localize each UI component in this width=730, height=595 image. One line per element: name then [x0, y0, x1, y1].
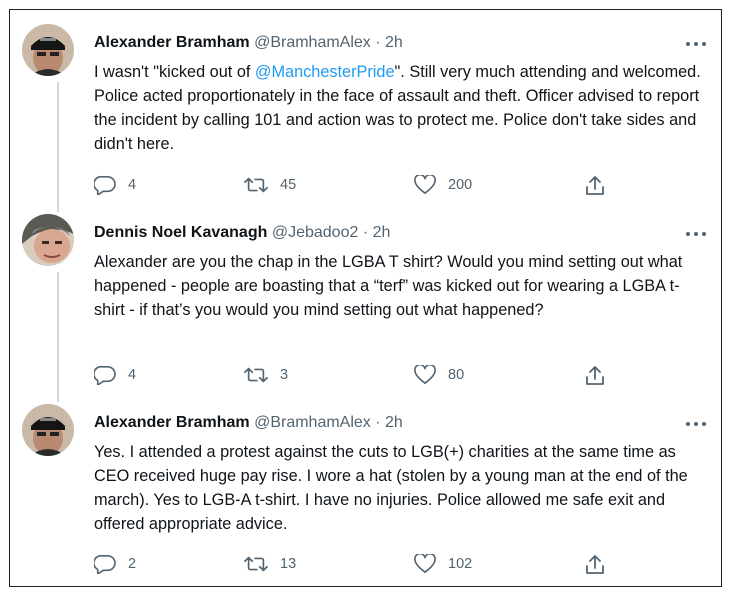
author-name[interactable]: Alexander Bramham	[94, 414, 250, 431]
heart-icon	[414, 554, 436, 574]
avatar[interactable]	[22, 24, 74, 76]
reply-button[interactable]: 4	[94, 175, 136, 195]
retweet-count: 3	[280, 367, 289, 383]
tweet-header: Dennis Noel Kavanagh @Jebadoo2 · 2h	[94, 222, 390, 244]
reply-icon	[94, 365, 116, 385]
author-name[interactable]: Dennis Noel Kavanagh	[94, 224, 267, 241]
separator: ·	[362, 224, 369, 241]
more-icon[interactable]	[685, 416, 707, 430]
retweet-button[interactable]: 13	[244, 554, 296, 574]
tweet-text-body: Yes. I attended a protest against the cu…	[94, 443, 693, 533]
avatar[interactable]	[22, 404, 74, 456]
author-name[interactable]: Alexander Bramham	[94, 34, 250, 51]
heart-icon	[414, 175, 436, 195]
reply-icon	[94, 175, 116, 195]
tweet-text: Yes. I attended a protest against the cu…	[94, 440, 708, 536]
reply-button[interactable]: 4	[94, 365, 136, 385]
avatar[interactable]	[22, 214, 74, 266]
share-button[interactable]	[584, 554, 606, 576]
reply-button[interactable]: 2	[94, 554, 136, 574]
retweet-icon	[244, 175, 268, 195]
like-button[interactable]: 80	[414, 365, 464, 385]
share-button[interactable]	[584, 175, 606, 197]
tweet-actions: 4 45 200	[94, 175, 634, 197]
tweet-header: Alexander Bramham @BramhamAlex · 2h	[94, 412, 403, 434]
reply-icon	[94, 554, 116, 574]
timestamp[interactable]: 2h	[385, 414, 403, 431]
share-icon	[584, 175, 606, 197]
retweet-icon	[244, 365, 268, 385]
separator: ·	[375, 34, 381, 51]
reply-count: 4	[128, 177, 137, 193]
more-icon[interactable]	[685, 36, 707, 50]
retweet-count: 13	[280, 556, 297, 572]
timestamp[interactable]: 2h	[373, 224, 391, 241]
tweet-text: Alexander are you the chap in the LGBA T…	[94, 250, 708, 322]
retweet-icon	[244, 554, 268, 574]
tweet[interactable]: Alexander Bramham @BramhamAlex · 2h I wa…	[10, 22, 721, 202]
more-icon[interactable]	[685, 226, 707, 240]
mention-link[interactable]: @ManchesterPride	[255, 63, 395, 81]
retweet-button[interactable]: 45	[244, 175, 296, 195]
heart-icon	[414, 365, 436, 385]
reply-count: 2	[128, 556, 137, 572]
tweet-text: I wasn't "kicked out of @ManchesterPride…	[94, 60, 708, 156]
like-button[interactable]: 200	[414, 175, 472, 195]
share-button[interactable]	[584, 365, 606, 387]
tweet-text-body: Alexander are you the chap in the LGBA T…	[94, 253, 687, 319]
like-count: 200	[448, 177, 473, 193]
tweet-actions: 4 3 80	[94, 365, 634, 387]
tweet-text-body: I wasn't "kicked out of	[94, 63, 255, 81]
like-count: 80	[448, 367, 465, 383]
author-handle[interactable]: @BramhamAlex	[254, 414, 371, 431]
tweet-header: Alexander Bramham @BramhamAlex · 2h	[94, 32, 403, 54]
timestamp[interactable]: 2h	[385, 34, 403, 51]
tweet-actions: 2 13 102	[94, 554, 634, 576]
tweet[interactable]: Dennis Noel Kavanagh @Jebadoo2 · 2h Alex…	[10, 212, 721, 397]
author-handle[interactable]: @BramhamAlex	[254, 34, 371, 51]
author-handle[interactable]: @Jebadoo2	[272, 224, 359, 241]
retweet-button[interactable]: 3	[244, 365, 288, 385]
like-count: 102	[448, 556, 473, 572]
share-icon	[584, 554, 606, 576]
like-button[interactable]: 102	[414, 554, 472, 574]
reply-count: 4	[128, 367, 137, 383]
retweet-count: 45	[280, 177, 297, 193]
tweet-thread: Alexander Bramham @BramhamAlex · 2h I wa…	[9, 9, 722, 587]
tweet[interactable]: Alexander Bramham @BramhamAlex · 2h Yes.…	[10, 402, 721, 582]
share-icon	[584, 365, 606, 387]
separator: ·	[375, 414, 381, 431]
